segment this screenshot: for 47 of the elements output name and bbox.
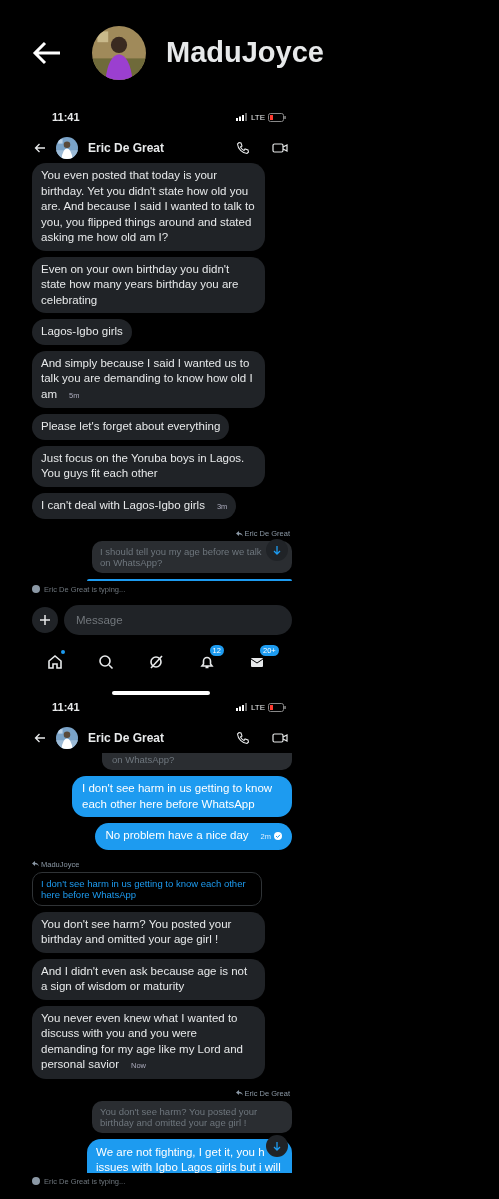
quoted-message: I don't see harm in us getting to know each other here before WhatsApp	[32, 871, 262, 906]
reply-icon	[235, 1090, 243, 1096]
quoted-message: You don't see harm? You posted your birthday and omitted your age girl !	[92, 1100, 292, 1133]
slashed-circle-icon	[148, 654, 164, 670]
received-message: You don't see harm? You posted your birthday and omitted your age girl !	[32, 911, 265, 953]
plus-icon	[39, 614, 51, 626]
add-button[interactable]	[32, 607, 58, 633]
status-time: 11:41	[52, 111, 80, 123]
avatar-icon	[32, 1177, 40, 1185]
sent-message: We are not fighting, I get it, you h issues with Igbo Lagos girls but i will	[87, 1138, 292, 1173]
received-message: Lagos-Igbo girls	[32, 319, 132, 345]
profile-name: MaduJoyce	[166, 36, 324, 69]
search-icon	[97, 654, 114, 670]
home-icon	[47, 654, 63, 670]
status-time: 11:41	[52, 701, 80, 713]
video-icon[interactable]	[272, 142, 288, 154]
phone-icon[interactable]	[236, 731, 250, 745]
signal-icon	[235, 113, 248, 121]
quoted-message: I should tell you my age before we talk on WhatsApp?	[92, 541, 292, 573]
received-message: And I didn't even ask because age is not a sign of wisdom or maturity	[32, 958, 265, 1000]
arrow-down-icon	[272, 1141, 282, 1151]
reply-icon	[32, 861, 39, 867]
received-message: You even posted that today is your birthday. Yet you didn't state how old you are. And because I said I wanted to talk to you, you flipped things around and stated asking me how old am I?	[32, 163, 265, 251]
signal-icon	[235, 703, 248, 711]
contact-name: Eric De Great	[88, 141, 165, 155]
scroll-down-button[interactable]	[266, 539, 288, 561]
quoted-message: on WhatsApp?	[102, 753, 292, 770]
back-icon[interactable]	[34, 732, 46, 744]
reply-icon	[235, 530, 243, 537]
back-icon[interactable]	[32, 39, 62, 66]
network-label: LTE	[250, 702, 265, 712]
arrow-down-icon	[272, 545, 282, 555]
back-icon[interactable]	[34, 142, 46, 154]
network-label: LTE	[250, 112, 265, 122]
battery-icon	[268, 112, 286, 122]
message-field[interactable]: Message	[64, 605, 292, 635]
received-message: Just focus on the Yoruba boys in Lagos. You guys fit each other	[32, 445, 265, 487]
scroll-down-button[interactable]	[266, 1135, 288, 1157]
received-message: Even on your own birthday you didn't state how many years birthday you are celebrating	[32, 256, 265, 313]
battery-icon	[268, 702, 286, 712]
bell-icon	[198, 654, 215, 670]
video-icon[interactable]	[272, 732, 288, 744]
avatar-icon	[32, 585, 40, 593]
received-message: Please let's forget about everything	[32, 414, 230, 440]
phone-icon[interactable]	[236, 141, 250, 155]
contact-name: Eric De Great	[88, 731, 165, 745]
sent-message: I don't see harm in us getting to know each other here before WhatsApp	[72, 776, 292, 817]
